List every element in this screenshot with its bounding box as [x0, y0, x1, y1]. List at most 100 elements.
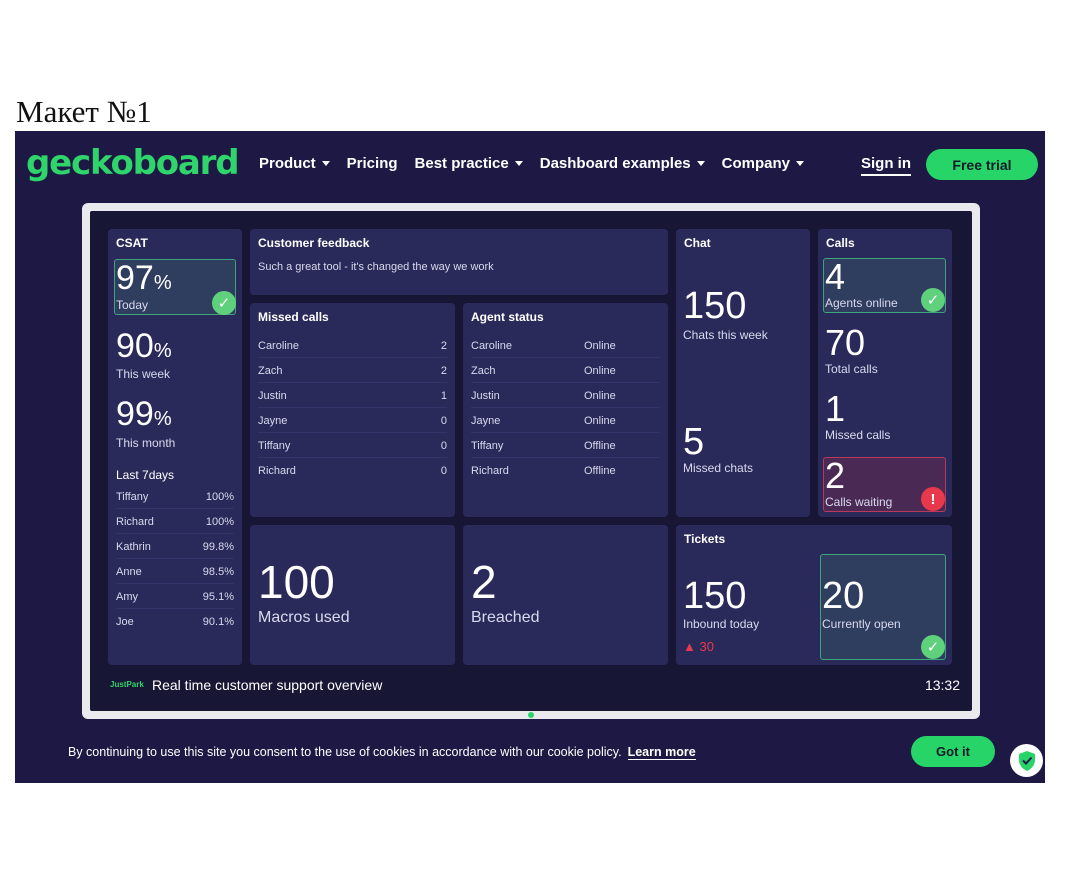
missed-chats-label: Missed chats	[683, 461, 754, 475]
total-calls-value: 70	[825, 322, 866, 363]
calls-waiting-value: 2	[825, 455, 846, 496]
row-value: 0	[440, 465, 447, 477]
table-row: Jayne 0	[258, 407, 447, 433]
calls-panel: Calls 4 Agents online ✓ 70 Total calls 1…	[818, 229, 952, 517]
row-name: Tiffany	[258, 440, 291, 452]
main-nav: Product Pricing Best practice Dashboard …	[259, 155, 804, 172]
row-name: Jayne	[471, 415, 501, 427]
row-name: Zach	[258, 365, 283, 377]
csat-today-label: Today	[116, 298, 149, 312]
inbound-label: Inbound today	[683, 617, 760, 631]
got-it-button[interactable]: Got it	[911, 736, 995, 767]
table-row: Zach 2	[258, 357, 447, 383]
row-value: 1	[440, 390, 447, 402]
row-value: 2	[440, 365, 447, 377]
percent-sign: %	[153, 408, 172, 430]
nav-best-practice-label: Best practice	[414, 155, 509, 172]
row-name: Tiffany	[116, 491, 149, 503]
percent-sign: %	[153, 340, 172, 362]
percent-sign: %	[153, 272, 172, 294]
chats-week-value: 150	[683, 285, 747, 327]
check-icon: ✓	[921, 288, 945, 312]
row-name: Richard	[471, 465, 509, 477]
tv-frame: CSAT 97% Today ✓ 90% This week 99% This …	[82, 203, 980, 719]
table-row: Jayne Online	[471, 407, 660, 433]
inbound-value: 150	[683, 575, 747, 617]
csat-panel: CSAT 97% Today ✓ 90% This week 99% This …	[108, 229, 242, 665]
missed-calls-table: Caroline 2 Zach 2 Justin 1 Jayne 0 Tiffany 0 …	[258, 332, 447, 492]
chevron-down-icon	[321, 161, 330, 166]
missed-calls-title: Missed calls	[258, 310, 329, 324]
agent-status-title: Agent status	[471, 310, 544, 324]
row-status: Offline	[584, 465, 616, 477]
privacy-shield-button[interactable]	[1010, 744, 1043, 777]
table-row: Caroline 2	[258, 332, 447, 358]
row-value: 0	[440, 415, 447, 427]
nav-dashboard-examples-label: Dashboard examples	[539, 155, 691, 172]
total-calls-label: Total calls	[825, 362, 878, 376]
dashboard-title: Real time customer support overview	[152, 677, 383, 693]
row-name: Anne	[116, 566, 142, 578]
macros-value: 100	[258, 556, 335, 608]
table-row: Anne 98.5%	[116, 558, 234, 584]
row-name: Justin	[471, 390, 500, 402]
row-value: 95.1%	[202, 591, 234, 603]
nav-dashboard-examples[interactable]: Dashboard examples	[540, 155, 705, 172]
table-row: Zach Online	[471, 357, 660, 383]
open-label: Currently open	[822, 617, 901, 631]
nav-pricing-label: Pricing	[346, 155, 398, 172]
free-trial-button[interactable]: Free trial	[926, 149, 1038, 180]
inbound-delta: ▲ 30	[683, 639, 714, 654]
missed-calls-value: 1	[825, 388, 846, 429]
row-name: Richard	[258, 465, 296, 477]
missed-calls-label: Missed calls	[825, 428, 891, 442]
table-row: Justin 1	[258, 382, 447, 408]
alert-icon: !	[921, 487, 945, 511]
row-status: Online	[584, 390, 616, 402]
chevron-down-icon	[514, 161, 523, 166]
nav-pricing[interactable]: Pricing	[347, 155, 398, 172]
row-status: Offline	[584, 440, 616, 452]
csat-week-label: This week	[116, 367, 171, 381]
csat-last7-table: Tiffany 100% Richard 100% Kathrin 99.8% Ann…	[116, 483, 234, 643]
table-row: Richard Offline	[471, 457, 660, 482]
table-row: Richard 0	[258, 457, 447, 482]
justpark-logo: JustPark	[110, 680, 144, 689]
nav-company[interactable]: Company	[722, 155, 804, 172]
row-value: 100%	[205, 491, 234, 503]
chat-title: Chat	[684, 236, 711, 250]
dashboard-screen: CSAT 97% Today ✓ 90% This week 99% This …	[90, 211, 972, 711]
row-value: 99.8%	[202, 541, 234, 553]
row-value: 0	[440, 440, 447, 452]
customer-feedback-panel: Customer feedback Such a great tool - it…	[250, 229, 668, 295]
agents-online-value: 4	[825, 256, 846, 297]
table-row: Kathrin 99.8%	[116, 533, 234, 559]
chat-panel: Chat 150 Chats this week 5 Missed chats	[676, 229, 810, 517]
missed-calls-panel: Missed calls Caroline 2 Zach 2 Justin 1 Jay…	[250, 303, 455, 517]
csat-month-label: This month	[116, 436, 176, 450]
calls-title: Calls	[826, 236, 855, 250]
breached-value: 2	[471, 556, 497, 608]
nav-best-practice[interactable]: Best practice	[415, 155, 523, 172]
chats-week-label: Chats this week	[683, 328, 768, 342]
geckoboard-site: geckoboard Product Pricing Best practice…	[15, 131, 1045, 783]
customer-feedback-text: Such a great tool - it's changed the way…	[258, 261, 494, 273]
dashboard-clock: 13:32	[924, 677, 960, 693]
nav-product[interactable]: Product	[259, 155, 330, 172]
row-value: 2	[440, 340, 447, 352]
row-name: Joe	[116, 616, 134, 628]
row-status: Online	[584, 340, 616, 352]
customer-feedback-title: Customer feedback	[258, 236, 370, 250]
nav-company-label: Company	[721, 155, 790, 172]
csat-title: CSAT	[116, 236, 148, 250]
table-row: Joe 90.1%	[116, 608, 234, 633]
geckoboard-logo[interactable]: geckoboard	[26, 143, 240, 183]
document-title: Макет №1	[16, 94, 152, 129]
row-name: Amy	[116, 591, 138, 603]
row-value: 100%	[205, 516, 234, 528]
row-name: Tiffany	[471, 440, 504, 452]
tv-indicator-dot	[528, 712, 534, 718]
learn-more-link[interactable]: Learn more	[627, 745, 696, 760]
sign-in-link[interactable]: Sign in	[861, 155, 911, 176]
row-name: Jayne	[258, 415, 288, 427]
